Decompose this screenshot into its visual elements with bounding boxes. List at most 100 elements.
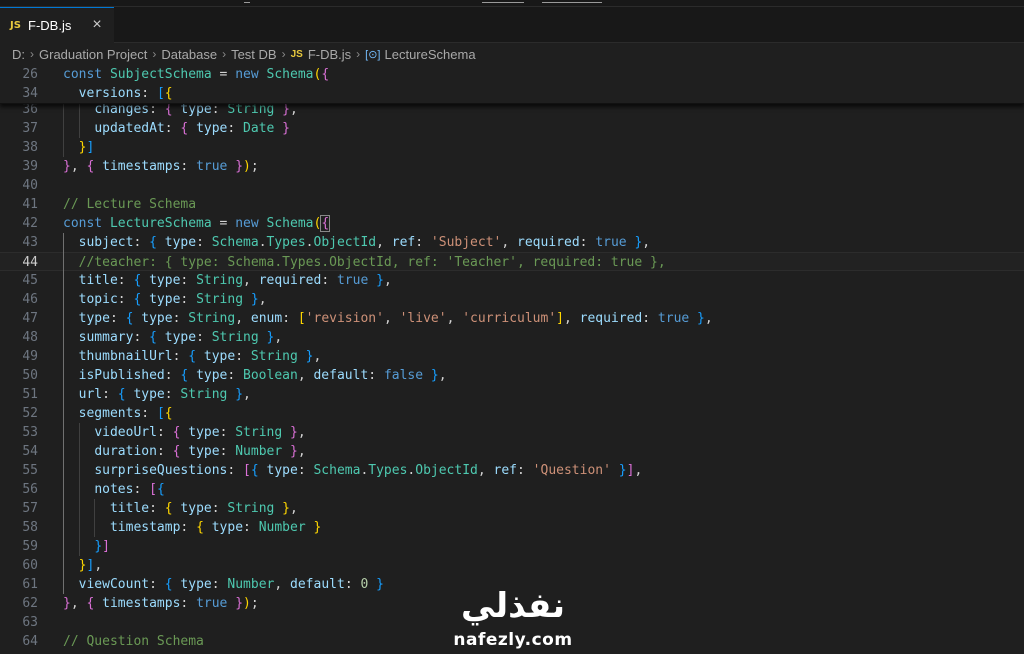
code-line[interactable]: 54 duration: { type: Number },: [0, 442, 1024, 461]
code-token: isPublished: [78, 368, 165, 383]
code-token: :: [133, 482, 150, 497]
code-token: title: [78, 273, 118, 288]
code-token: String: [235, 425, 283, 440]
code-line[interactable]: 39}, { timestamps: true });: [0, 157, 1024, 176]
line-code: segments: [{: [63, 404, 173, 423]
code-token: String: [196, 273, 244, 288]
code-line[interactable]: 57 title: { type: String },: [0, 499, 1024, 518]
code-token: String: [227, 102, 275, 117]
line-number: 44: [22, 255, 38, 270]
code-token: ]: [102, 539, 110, 554]
code-line[interactable]: 47 type: { type: String, enum: ['revisio…: [0, 309, 1024, 328]
code-token: changes: [94, 102, 150, 117]
code-line[interactable]: 55 surpriseQuestions: [{ type: Schema.Ty…: [0, 461, 1024, 480]
indent-guide: [78, 100, 80, 138]
code-token: :: [227, 368, 244, 383]
code-token: 'live': [399, 311, 447, 326]
code-token: :: [243, 520, 259, 535]
code-token: ]: [86, 140, 95, 155]
code-line[interactable]: 34 versions: [{: [0, 84, 1024, 103]
code-token: :: [227, 121, 244, 136]
code-token: videoUrl: [94, 425, 157, 440]
code-line[interactable]: 49 thumbnailUrl: { type: String },: [0, 347, 1024, 366]
code-line[interactable]: 46 topic: { type: String },: [0, 290, 1024, 309]
code-line[interactable]: 45 title: { type: String, required: true…: [0, 271, 1024, 290]
breadcrumb-drive[interactable]: D:: [12, 47, 25, 62]
code-token: ,: [94, 558, 103, 573]
code-token: {: [86, 596, 103, 611]
line-number: 38: [22, 140, 38, 155]
code-line[interactable]: 40: [0, 176, 1024, 195]
code-token: ,: [313, 349, 322, 364]
code-token: :: [180, 292, 197, 307]
code-token: }: [243, 292, 259, 307]
symbol-variable-icon: [⊙]: [365, 48, 381, 61]
code-line[interactable]: 58 timestamp: { type: Number }: [0, 518, 1024, 537]
code-token: true: [196, 596, 228, 611]
code-token: String: [211, 330, 259, 345]
line-number: 41: [22, 197, 38, 212]
code-token: new: [235, 67, 267, 82]
line-number: 39: [22, 159, 38, 174]
code-line[interactable]: 41 // Lecture Schema: [0, 195, 1024, 214]
code-line[interactable]: 42 const LectureSchema = new Schema({: [0, 214, 1024, 233]
close-icon[interactable]: ×: [88, 16, 106, 34]
code-line[interactable]: 59 }]: [0, 537, 1024, 556]
code-token: }: [282, 444, 298, 459]
breadcrumb-file[interactable]: F-DB.js: [308, 47, 351, 62]
breadcrumb-folder-graduation-project[interactable]: Graduation Project: [39, 47, 147, 62]
code-token: enum: [250, 311, 283, 326]
code-line[interactable]: 50 isPublished: { type: Boolean, default…: [0, 366, 1024, 385]
code-token: :: [164, 387, 181, 402]
code-token: }: [423, 368, 439, 383]
code-line[interactable]: 56 notes: [{: [0, 480, 1024, 499]
code-line[interactable]: 44 //teacher: { type: Schema.Types.Objec…: [0, 252, 1024, 271]
code-token: type: [133, 387, 165, 402]
code-line[interactable]: 37 updatedAt: { type: Date }: [0, 119, 1024, 138]
code-token: }: [297, 349, 314, 364]
code-token: }: [368, 577, 384, 592]
code-token: ,: [235, 311, 251, 326]
code-token: ,: [258, 292, 267, 307]
line-number: 53: [22, 425, 38, 440]
code-token: true: [336, 273, 369, 288]
line-code: updatedAt: { type: Date }: [63, 119, 290, 138]
line-number: 55: [22, 463, 38, 478]
code-token: notes: [94, 482, 134, 497]
breadcrumb-folder-test-db[interactable]: Test DB: [231, 47, 277, 62]
code-editor[interactable]: 26 const SubjectSchema = new Schema({34 v…: [0, 65, 1024, 654]
code-token: :: [642, 311, 658, 326]
line-number: 43: [22, 235, 38, 250]
code-line[interactable]: 52 segments: [{: [0, 404, 1024, 423]
code-line[interactable]: 48 summary: { type: String },: [0, 328, 1024, 347]
code-token: ,: [438, 368, 447, 383]
code-token: {: [133, 273, 150, 288]
code-token: }: [227, 387, 244, 402]
line-code: //teacher: { type: Schema.Types.ObjectId…: [63, 253, 666, 272]
sticky-scroll-header[interactable]: 26 const SubjectSchema = new Schema({34 v…: [0, 65, 1024, 104]
code-line[interactable]: 60 }],: [0, 556, 1024, 575]
code-line[interactable]: 26 const SubjectSchema = new Schema({: [0, 65, 1024, 84]
code-token: :: [211, 501, 228, 516]
code-token: :: [164, 368, 181, 383]
breadcrumb-symbol[interactable]: LectureSchema: [385, 47, 476, 62]
code-line[interactable]: 53 videoUrl: { type: String },: [0, 423, 1024, 442]
line-code: videoUrl: { type: String },: [63, 423, 305, 442]
code-token: :: [180, 596, 197, 611]
code-line[interactable]: 43 subject: { type: Schema.Types.ObjectI…: [0, 233, 1024, 252]
code-token: type: [203, 349, 236, 364]
code-line[interactable]: 51 url: { type: String },: [0, 385, 1024, 404]
code-token: surpriseQuestions: [94, 463, 228, 478]
code-line[interactable]: 38 }]: [0, 138, 1024, 157]
code-token: [: [149, 482, 157, 497]
code-token: :: [141, 406, 157, 421]
tab-f-db-js[interactable]: JS F-DB.js ×: [0, 7, 114, 43]
code-token: Types: [368, 463, 408, 478]
breadcrumb-folder-database[interactable]: Database: [161, 47, 217, 62]
code-token: {: [149, 235, 165, 250]
code-token: }: [258, 330, 275, 345]
line-number: 59: [22, 539, 38, 554]
